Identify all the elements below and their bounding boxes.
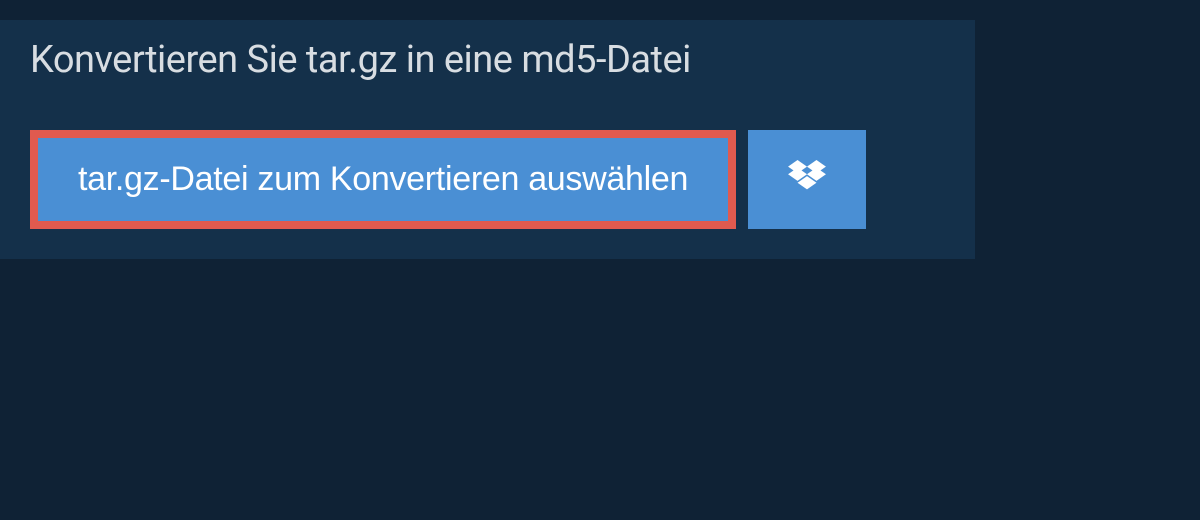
select-file-highlight: tar.gz-Datei zum Konvertieren auswählen [30,130,736,229]
dropbox-button[interactable] [748,130,866,229]
title-bar: Konvertieren Sie tar.gz in eine md5-Date… [0,20,835,100]
dropbox-icon [788,160,826,199]
select-file-button[interactable]: tar.gz-Datei zum Konvertieren auswählen [38,138,728,221]
converter-panel: Konvertieren Sie tar.gz in eine md5-Date… [0,20,975,259]
page-title: Konvertieren Sie tar.gz in eine md5-Date… [30,38,805,82]
button-row: tar.gz-Datei zum Konvertieren auswählen [0,100,975,259]
select-file-button-label: tar.gz-Datei zum Konvertieren auswählen [78,160,688,199]
